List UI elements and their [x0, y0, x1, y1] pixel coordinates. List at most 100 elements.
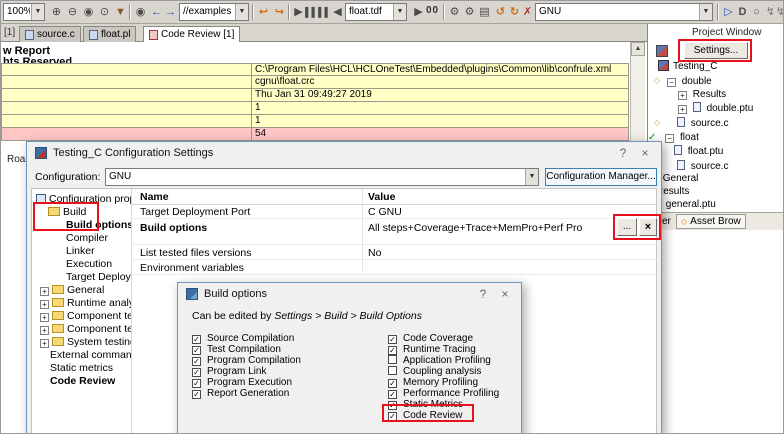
expand-icon[interactable]: + — [40, 300, 49, 309]
tree-item-linker[interactable]: Linker — [66, 245, 95, 258]
tree-item-component-testing-cpp[interactable]: +Component testing for C — [40, 323, 132, 336]
tree-item-testing-c[interactable]: Testing_C — [658, 60, 717, 73]
pause-icon[interactable]: 00 — [426, 5, 439, 16]
checkbox[interactable]: ✓ — [388, 412, 397, 421]
tree-item-external-command[interactable]: External command — [50, 349, 132, 362]
checkbox[interactable] — [388, 355, 397, 364]
tree-item-system-testing[interactable]: +System testing — [40, 336, 132, 349]
option-performance-profiling[interactable]: ✓Performance Profiling — [388, 388, 499, 399]
record-icon[interactable]: ○ — [749, 4, 764, 20]
examples-select[interactable]: //examples ▼ — [179, 3, 249, 21]
zoom-in-icon[interactable]: ⊕ — [49, 4, 64, 20]
tree-item-build[interactable]: Build — [48, 206, 86, 219]
navigate-back-icon[interactable]: ← — [149, 4, 164, 20]
dialog-configuration-select[interactable]: GNU ▼ — [105, 168, 539, 186]
chevron-down-icon[interactable]: ▼ — [235, 4, 248, 20]
build-settings-icon[interactable]: ⚙ — [462, 4, 477, 20]
tree-item-source-c-2[interactable]: ◇ source.c — [654, 159, 729, 172]
checkbox[interactable]: ✓ — [388, 390, 397, 399]
tree-item-code-review[interactable]: Code Review — [50, 375, 115, 388]
expand-icon[interactable]: + — [40, 313, 49, 322]
step-back-icon[interactable]: ◀ — [330, 4, 345, 20]
checkbox[interactable]: ✓ — [192, 346, 201, 355]
expand-icon[interactable]: + — [40, 326, 49, 335]
undo-icon[interactable]: ↩ — [256, 4, 271, 20]
option-code-review[interactable]: ✓Code Review — [388, 410, 462, 421]
tree-item-target-deployment-port[interactable]: Target Deployment Po — [66, 271, 132, 284]
option-report-generation[interactable]: ✓Report Generation — [192, 388, 289, 399]
browse-button[interactable]: ... — [617, 218, 637, 236]
tree-item-configuration-properties[interactable]: Configuration properties — [36, 193, 132, 206]
tab-source-c[interactable]: source.c — [19, 26, 81, 42]
filter-icon[interactable]: ▼ — [113, 4, 128, 20]
navigate-forward-icon[interactable]: → — [163, 4, 178, 20]
tree-item-general[interactable]: +General — [40, 284, 104, 297]
dialog-titlebar[interactable]: Build options ? × — [178, 283, 521, 304]
checkbox[interactable]: ✓ — [192, 379, 201, 388]
bolt-icon[interactable]: ↯ — [773, 4, 784, 20]
scroll-up-icon[interactable]: ▲ — [631, 42, 645, 56]
option-static-metrics[interactable]: ✓Static Metrics — [388, 399, 463, 410]
option-test-compilation[interactable]: ✓Test Compilation — [192, 344, 281, 355]
checkbox[interactable]: ✓ — [388, 401, 397, 410]
tree-item-double[interactable]: ◇ − double — [654, 74, 712, 87]
expand-icon[interactable]: + — [678, 91, 687, 100]
clear-icon[interactable]: ✗ — [520, 4, 535, 20]
option-code-coverage[interactable]: ✓Code Coverage — [388, 333, 473, 344]
expand-icon[interactable]: + — [40, 339, 49, 348]
collapse-icon[interactable]: − — [665, 134, 674, 143]
tree-item-results[interactable]: + Results — [678, 88, 726, 101]
tree-item-component-testing-c[interactable]: +Component testing for C — [40, 310, 132, 323]
tab-code-review[interactable]: Code Review [1] — [143, 26, 240, 43]
tab-asset-browser[interactable]: ◇ Asset Brow — [676, 214, 746, 229]
chevron-down-icon[interactable]: ▼ — [31, 4, 44, 20]
zoom-fit-icon[interactable]: ◉ — [81, 4, 96, 20]
chevron-down-icon[interactable]: ▼ — [525, 169, 538, 185]
close-icon[interactable]: × — [497, 287, 513, 301]
tdf-select[interactable]: float.tdf ▼ — [345, 3, 407, 21]
close-icon[interactable]: × — [637, 146, 653, 160]
play-outline-icon[interactable]: ▷ — [721, 4, 736, 20]
checkbox[interactable]: ✓ — [192, 357, 201, 366]
checkbox[interactable]: ✓ — [388, 379, 397, 388]
chevron-down-icon[interactable]: ▼ — [699, 4, 712, 20]
checkbox[interactable]: ✓ — [192, 368, 201, 377]
tree-item-execution[interactable]: Execution — [66, 258, 112, 271]
collapse-icon[interactable]: − — [667, 78, 676, 87]
tree-item-source-c[interactable]: ◇ source.c — [654, 116, 729, 129]
settings-button[interactable]: Settings... — [684, 42, 748, 59]
redo-icon[interactable]: ↪ — [272, 4, 287, 20]
zoom-selection-icon[interactable]: ⊙ — [97, 4, 112, 20]
configuration-select[interactable]: GNU ▼ — [535, 3, 713, 21]
checkbox[interactable]: ✓ — [192, 335, 201, 344]
tree-item-runtime-analysis[interactable]: +Runtime analysis — [40, 297, 132, 310]
dialog-titlebar[interactable]: Testing_C Configuration Settings ? × — [27, 142, 661, 163]
help-button[interactable]: ? — [615, 146, 631, 160]
option-application-profiling[interactable]: Application Profiling — [388, 355, 491, 366]
tab-float-pl[interactable]: float.pl — [83, 26, 136, 42]
execute-icon[interactable]: ▶ — [411, 4, 426, 20]
zoom-select[interactable]: 100% ▼ — [3, 3, 45, 21]
tree-item-build-options[interactable]: Build options — [66, 219, 132, 232]
option-program-compilation[interactable]: ✓Program Compilation — [192, 355, 301, 366]
checkbox[interactable]: ✓ — [388, 346, 397, 355]
zoom-out-icon[interactable]: ⊖ — [65, 4, 80, 20]
refresh-ccw-icon[interactable]: ↺ — [493, 4, 508, 20]
expand-icon[interactable]: + — [40, 287, 49, 296]
debug-icon[interactable]: D — [735, 4, 750, 20]
option-program-link[interactable]: ✓Program Link — [192, 366, 266, 377]
report-grid-icon[interactable]: ▤ — [477, 4, 492, 20]
tree-item-float-ptu[interactable]: float.ptu — [674, 145, 723, 158]
tree-item-double-ptu[interactable]: + double.ptu — [678, 102, 753, 115]
checkbox[interactable]: ✓ — [388, 335, 397, 344]
option-memory-profiling[interactable]: ✓Memory Profiling — [388, 377, 478, 388]
expand-icon[interactable]: + — [678, 105, 687, 114]
settings-gear-icon[interactable]: ⚙ — [447, 4, 462, 20]
tree-item-compiler[interactable]: Compiler — [66, 232, 108, 245]
chevron-down-icon[interactable]: ▼ — [393, 4, 406, 20]
checkbox[interactable]: ✓ — [192, 390, 201, 399]
option-coupling-analysis[interactable]: Coupling analysis — [388, 366, 481, 377]
watch-icon[interactable]: ◉ — [133, 4, 148, 20]
option-program-execution[interactable]: ✓Program Execution — [192, 377, 292, 388]
help-button[interactable]: ? — [475, 287, 491, 301]
